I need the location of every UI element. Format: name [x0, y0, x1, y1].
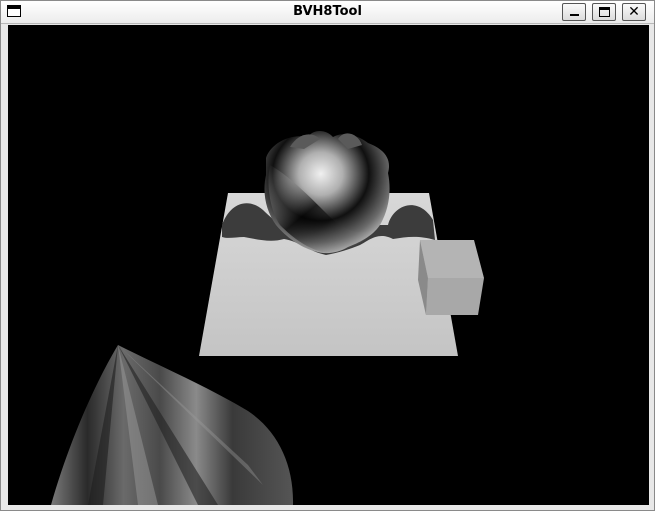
render-viewport[interactable]: [8, 25, 649, 505]
scene-canvas: [51, 131, 484, 505]
title-bar[interactable]: BVH8Tool ✕: [1, 1, 654, 24]
cube-top: [420, 240, 484, 278]
maximize-button[interactable]: [592, 3, 616, 21]
cone-object: [51, 345, 294, 505]
cube-front: [426, 278, 484, 315]
app-window: BVH8Tool ✕: [0, 0, 655, 511]
maximize-icon: [599, 7, 610, 17]
minimize-icon: [570, 14, 579, 16]
close-button[interactable]: ✕: [622, 3, 646, 21]
close-icon: ✕: [628, 4, 640, 20]
minimize-button[interactable]: [562, 3, 586, 21]
window-title: BVH8Tool: [293, 4, 362, 19]
